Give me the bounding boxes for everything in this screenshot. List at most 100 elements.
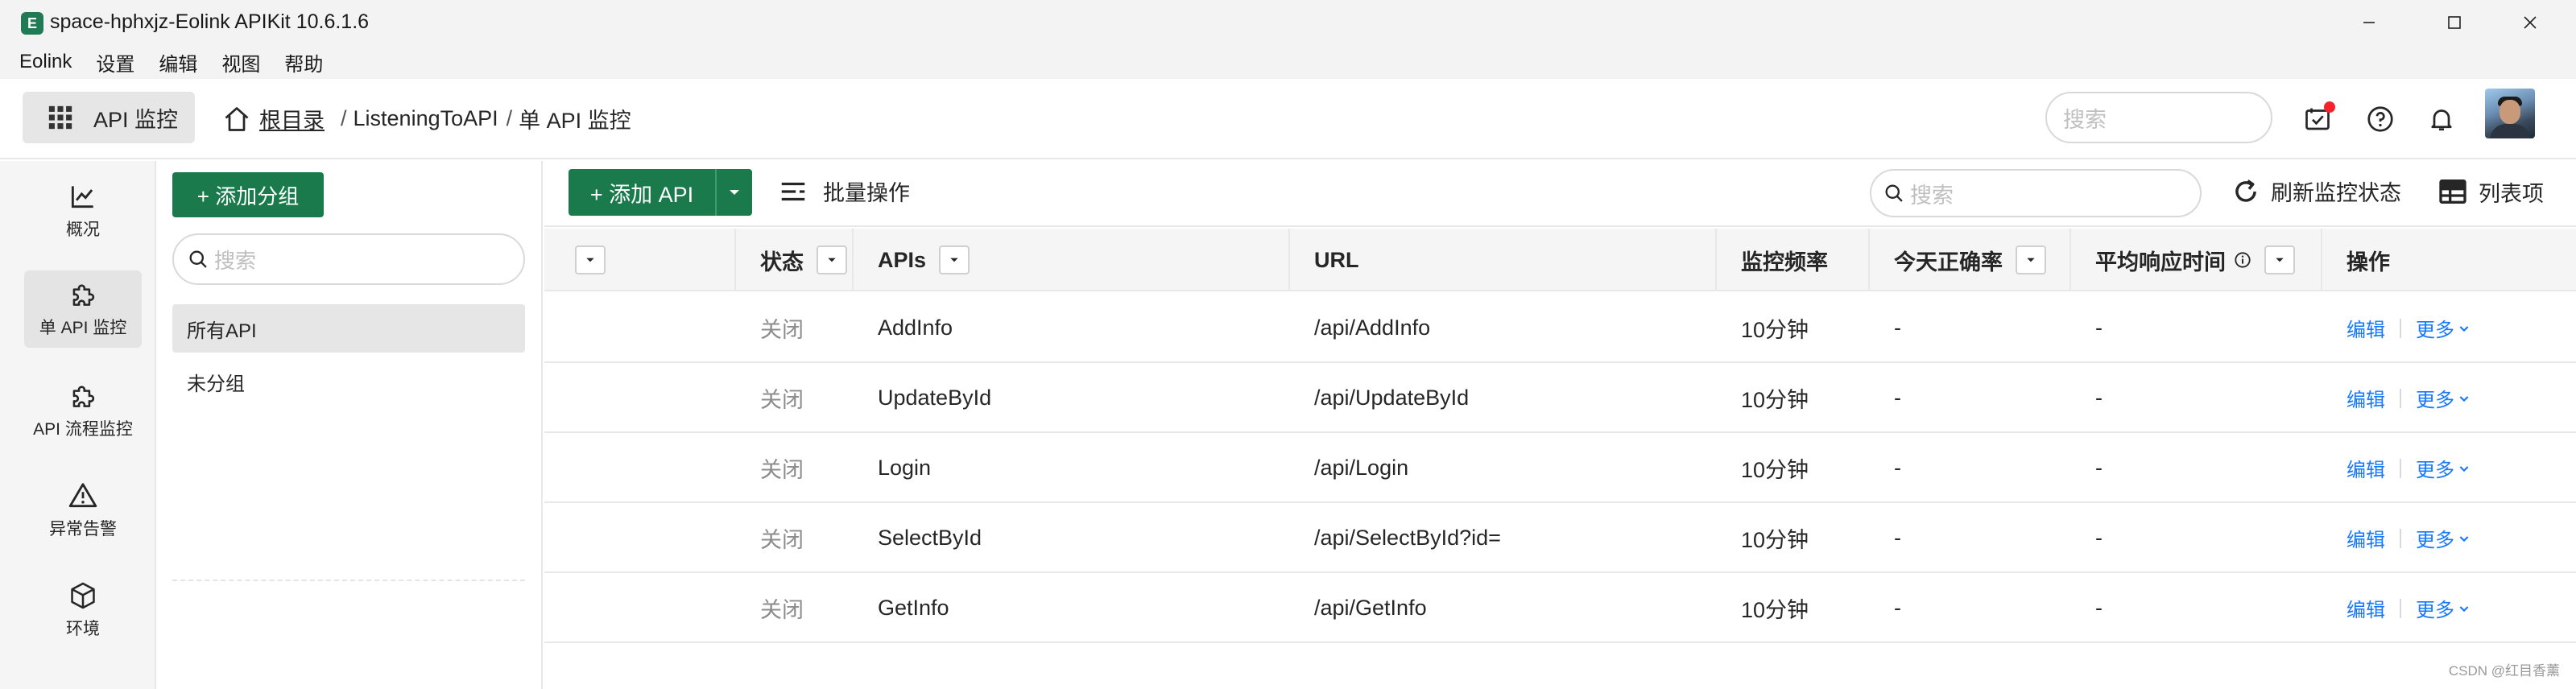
main-content: + 添加 API 批量操作 搜索 刷新监控状态 列表项 状态 APIs URL …: [544, 161, 2576, 689]
refresh-monitor-button[interactable]: 刷新监控状态: [2231, 175, 2401, 207]
add-group-button[interactable]: + 添加分组: [172, 172, 324, 217]
nav-item-label: 概况: [66, 221, 100, 239]
chevron-down-icon: [2459, 535, 2469, 542]
cell-api-name: GetInfo: [878, 596, 949, 620]
menu-settings[interactable]: 设置: [96, 48, 134, 76]
cell-status: 关闭: [760, 598, 804, 622]
cell-actions: 编辑 更多: [2347, 293, 2471, 363]
edit-link[interactable]: 编辑: [2347, 594, 2385, 622]
cell-actions: 编辑 更多: [2347, 363, 2471, 433]
batch-operation-label: 批量操作: [823, 181, 910, 205]
cell-accuracy: -: [1894, 456, 1901, 480]
breadcrumb-root[interactable]: 根目录: [222, 103, 325, 134]
group-item-ungrouped[interactable]: 未分组: [172, 357, 525, 406]
nav-item-environment[interactable]: 环境: [24, 571, 142, 649]
menu-view[interactable]: 视图: [221, 48, 260, 76]
group-item-all[interactable]: 所有API: [172, 304, 525, 353]
cell-url: /api/UpdateById: [1314, 386, 1470, 410]
maximize-button[interactable]: [2433, 5, 2475, 40]
menu-edit[interactable]: 编辑: [159, 48, 197, 76]
add-api-dropdown-button[interactable]: [715, 169, 752, 216]
more-actions-label: 更多: [2416, 600, 2454, 621]
chevron-down-icon: [2459, 465, 2469, 472]
select-dropdown-button[interactable]: [575, 245, 606, 274]
cell-avg-response: -: [2095, 316, 2103, 340]
add-api-button-group: + 添加 API: [569, 169, 752, 216]
task-check-button[interactable]: [2301, 101, 2335, 135]
table-row[interactable]: 关闭 SelectById/api/SelectById?id= 10分钟 - - 编辑 更…: [544, 503, 2576, 573]
warning-icon: [68, 483, 97, 508]
notifications-button[interactable]: [2425, 103, 2458, 135]
title-bar: E space-hphxjz-Eolink APIKit 10.6.1.6: [0, 0, 2576, 45]
table-row[interactable]: 关闭 GetInfo/api/GetInfo 10分钟 - - 编辑 更多: [544, 573, 2576, 643]
cell-actions: 编辑 更多: [2347, 503, 2471, 573]
column-header-actions: 操作: [2347, 250, 2390, 274]
nav-item-label: 异常告警: [49, 520, 117, 538]
cell-api-name: UpdateById: [878, 386, 992, 410]
module-switcher-button[interactable]: API 监控: [23, 92, 195, 143]
menu-eolink[interactable]: Eolink: [19, 51, 72, 73]
more-actions-link[interactable]: 更多: [2416, 454, 2471, 482]
breadcrumb-root-label: 根目录: [259, 109, 325, 133]
table-row[interactable]: 关闭 UpdateById/api/UpdateById 10分钟 - - 编辑 更多: [544, 363, 2576, 433]
chevron-down-icon: [2459, 395, 2469, 402]
breadcrumb-separator: /: [506, 106, 513, 130]
table-row[interactable]: 关闭 Login/api/Login 10分钟 - - 编辑 更多: [544, 433, 2576, 503]
caret-down-icon: [2027, 258, 2035, 262]
nav-item-overview[interactable]: 概况: [24, 172, 142, 250]
cell-frequency: 10分钟: [1741, 458, 1809, 482]
minimize-button[interactable]: [2348, 5, 2390, 40]
edit-link[interactable]: 编辑: [2347, 314, 2385, 342]
action-separator: [2400, 598, 2401, 618]
cell-avg-response: -: [2095, 596, 2103, 620]
help-icon: [2367, 106, 2393, 132]
more-actions-link[interactable]: 更多: [2416, 594, 2471, 622]
cell-url: /api/Login: [1314, 456, 1409, 480]
header-search-input[interactable]: 搜索: [2045, 92, 2272, 143]
cell-accuracy: -: [1894, 386, 1901, 410]
add-api-button[interactable]: + 添加 API: [569, 169, 715, 216]
caret-down-icon: [950, 258, 958, 262]
edit-link[interactable]: 编辑: [2347, 454, 2385, 482]
group-search-input[interactable]: 搜索: [172, 233, 525, 285]
action-separator: [2400, 388, 2401, 408]
batch-operation-button[interactable]: 批量操作: [778, 175, 910, 207]
cell-accuracy: -: [1894, 596, 1901, 620]
close-button[interactable]: [2509, 5, 2551, 40]
group-panel: + 添加分组 搜索 所有API 未分组: [158, 161, 543, 689]
nav-item-label: 单 API 监控: [39, 319, 127, 337]
avg-response-sort-button[interactable]: [2264, 245, 2295, 274]
accuracy-sort-button[interactable]: [2016, 245, 2046, 274]
caret-down-icon: [828, 258, 836, 262]
breadcrumb-item-project[interactable]: ListeningToAPI: [354, 106, 498, 131]
cell-url: /api/AddInfo: [1314, 316, 1431, 340]
left-nav: 概况 单 API 监控 API 流程监控 异常告警 环境: [0, 161, 156, 689]
user-avatar[interactable]: [2485, 89, 2535, 138]
action-separator: [2400, 318, 2401, 338]
more-actions-link[interactable]: 更多: [2416, 384, 2471, 412]
refresh-icon: [2235, 179, 2256, 202]
menu-help[interactable]: 帮助: [284, 48, 323, 76]
column-header-avg-response: 平均响应时间: [2071, 229, 2322, 291]
help-button[interactable]: [2364, 103, 2396, 135]
cell-accuracy: -: [1894, 526, 1901, 550]
module-label: API 监控: [93, 107, 179, 132]
edit-link[interactable]: 编辑: [2347, 384, 2385, 412]
apis-sort-button[interactable]: [939, 245, 970, 274]
nav-item-single-api-monitor[interactable]: 单 API 监控: [24, 270, 142, 348]
cell-api-name: AddInfo: [878, 316, 953, 340]
nav-item-alerts[interactable]: 异常告警: [24, 472, 142, 549]
api-search-input[interactable]: 搜索: [1870, 169, 2202, 217]
info-icon[interactable]: [2234, 251, 2251, 269]
edit-link[interactable]: 编辑: [2347, 524, 2385, 552]
column-settings-button[interactable]: 列表项: [2437, 175, 2544, 208]
window-title: space-hphxjz-Eolink APIKit 10.6.1.6: [50, 10, 370, 33]
table-row[interactable]: 关闭 AddInfo/api/AddInfo 10分钟 - - 编辑 更多: [544, 293, 2576, 363]
more-actions-link[interactable]: 更多: [2416, 524, 2471, 552]
header-search-placeholder: 搜索: [2063, 107, 2107, 132]
more-actions-label: 更多: [2416, 390, 2454, 411]
status-filter-button[interactable]: [817, 245, 847, 274]
more-actions-link[interactable]: 更多: [2416, 314, 2471, 342]
nav-item-api-flow-monitor[interactable]: API 流程监控: [24, 372, 142, 449]
cube-icon: [71, 582, 95, 609]
